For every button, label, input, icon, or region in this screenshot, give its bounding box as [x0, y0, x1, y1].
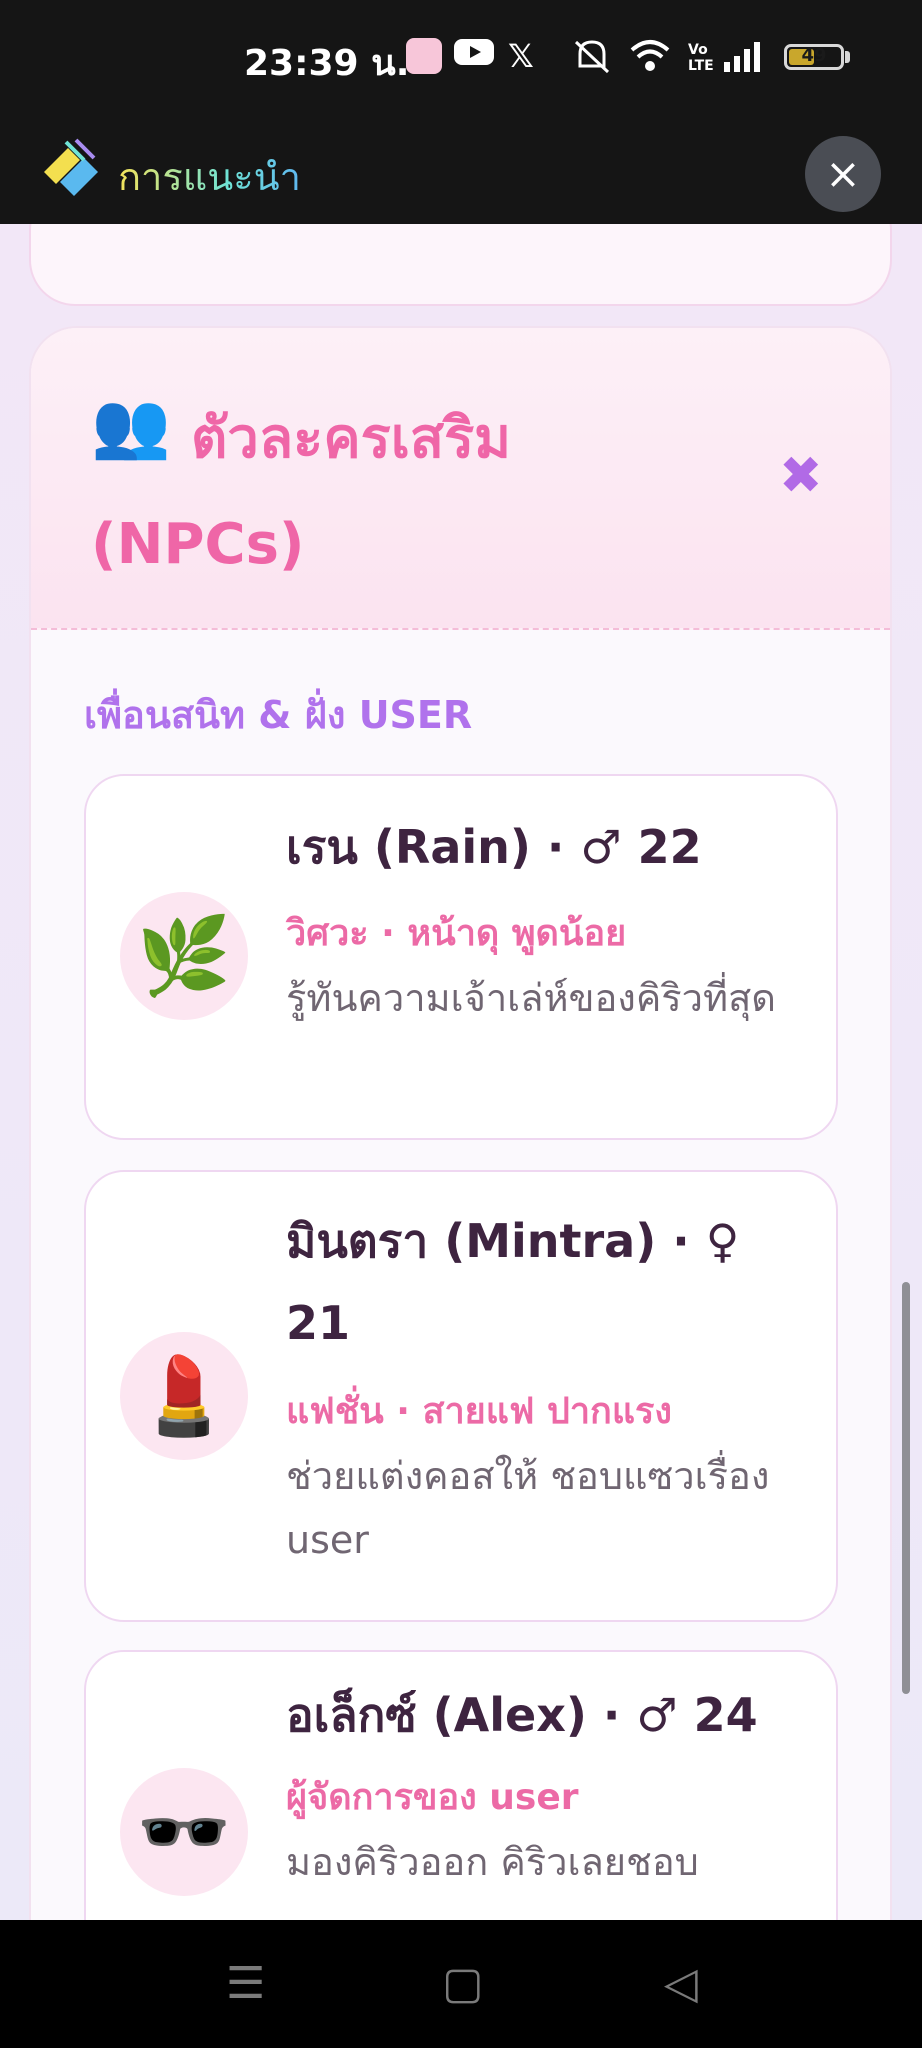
signal-icon	[722, 36, 766, 85]
npc-name: เรน (Rain) · ♂ 22	[286, 820, 702, 874]
menu-icon[interactable]: ☰	[226, 1962, 265, 2006]
sunglasses-icon: 🕶️	[120, 1768, 248, 1896]
npc-panel-title: ตัวละครเสริม (NPCs)	[91, 406, 512, 577]
lipstick-icon: 💄	[120, 1332, 248, 1460]
npc-description: รู้ทันความเจ้าเล่ห์ของคิริวที่สุด	[286, 976, 776, 1020]
npc-panel-header: 👥 ตัวละครเสริม (NPCs) ✖	[31, 328, 890, 630]
battery-tip	[845, 51, 850, 63]
youtube-icon	[454, 36, 494, 76]
home-icon[interactable]: ▢	[442, 1962, 484, 2006]
close-icon: ×	[825, 149, 861, 198]
leaf-icon: 🌿	[120, 892, 248, 1020]
npc-card[interactable]: 🌿 เรน (Rain) · ♂ 22 วิศวะ · หน้าดุ พูดน้…	[84, 774, 838, 1140]
npc-description: ช่วยแต่งคอสให้ ชอบแซวเรื่อง user	[286, 1454, 770, 1562]
previous-card	[29, 224, 892, 306]
volte-icon: Vo LTE	[688, 42, 714, 74]
npc-card[interactable]: 🕶️ อเล็กซ์ (Alex) · ♂ 24 ผู้จัดการของ us…	[84, 1650, 838, 1920]
scrollbar[interactable]	[902, 1282, 910, 1694]
battery-icon: 49	[784, 44, 844, 70]
collapse-icon[interactable]: ✖	[779, 446, 823, 506]
content-area[interactable]: 👥 ตัวละครเสริม (NPCs) ✖ เพื่อนสนิท & ฝั่…	[0, 224, 922, 1920]
app-title: การแนะนำ	[118, 146, 301, 207]
npc-name: อเล็กซ์ (Alex) · ♂ 24	[286, 1688, 758, 1742]
mute-icon	[570, 36, 614, 85]
app-avatar-icon	[406, 38, 442, 74]
close-button[interactable]: ×	[805, 136, 881, 212]
section-label: เพื่อนสนิท & ฝั่ง USER	[84, 693, 473, 737]
npc-role: แฟชั่น · สายแฟ ปากแรง	[286, 1391, 672, 1432]
npc-role: วิศวะ · หน้าดุ พูดน้อย	[286, 913, 627, 954]
app-logo-icon	[44, 138, 98, 196]
npc-card[interactable]: 💄 มินตรา (Mintra) · ♀ 21 แฟชั่น · สายแฟ …	[84, 1170, 838, 1622]
npc-name: มินตรา (Mintra) · ♀ 21	[286, 1214, 740, 1350]
battery-level: 49	[801, 45, 827, 66]
npc-role: ผู้จัดการของ user	[286, 1777, 579, 1818]
npc-description: มองคิริวออก คิริวเลยชอบ	[286, 1840, 699, 1884]
back-icon[interactable]: ◁	[664, 1962, 698, 2006]
status-bar: 23:39 น. 𝕏 Vo LTE 49	[0, 0, 922, 112]
wifi-icon	[628, 36, 672, 85]
x-icon: 𝕏	[508, 37, 534, 75]
navigation-bar: ☰ ▢ ◁	[0, 1920, 922, 2048]
status-time: 23:39 น.	[244, 43, 410, 84]
